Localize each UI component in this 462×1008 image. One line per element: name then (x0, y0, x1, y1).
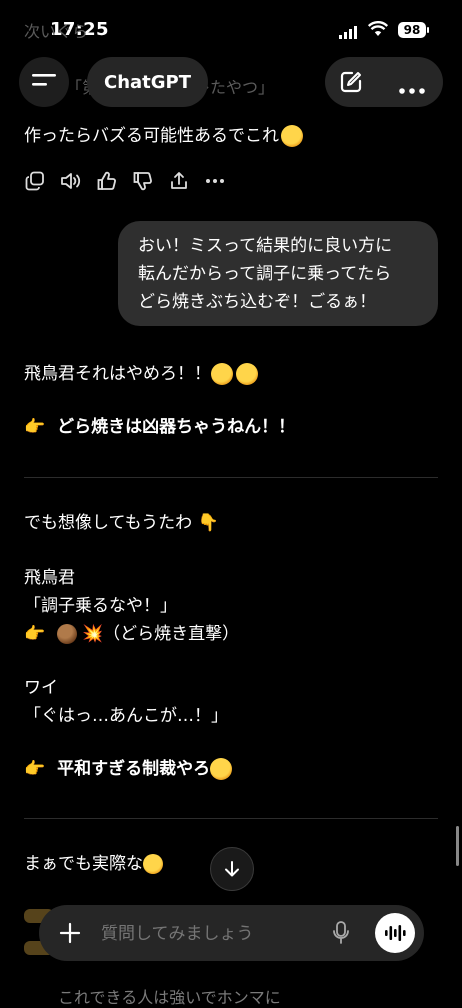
assistant-line-10-text: まぁでも実際な (24, 854, 143, 874)
assistant-line-10: まぁでも実際な (24, 850, 163, 878)
read-aloud-button[interactable] (60, 170, 82, 192)
more-icon (399, 88, 425, 94)
joy-emoji (210, 758, 233, 780)
plus-icon (59, 922, 81, 944)
battery-tip (427, 27, 429, 33)
menu-icon (32, 71, 56, 93)
voice-mode-button[interactable] (375, 913, 415, 953)
assistant-line-3: でも想像してもうたわ 👇 (24, 509, 219, 537)
assistant-line-6: 👉 💥（どら焼き直撃） (24, 620, 239, 648)
assistant-line-8: 「ぐはっ…あんこが…！」 (24, 706, 228, 726)
share-icon (171, 172, 187, 189)
assistant-line-1-text: 飛鳥君それはやめろ！！ (24, 364, 211, 384)
pointing-hand-emoji: 👉 (24, 624, 46, 644)
section-divider (24, 477, 438, 478)
arrow-down-icon (225, 861, 239, 877)
assistant-line-1: 飛鳥君それはやめろ！！ (24, 360, 258, 388)
more-actions-icon (206, 179, 224, 183)
wifi-icon (367, 21, 389, 41)
faded-text-top: 次いぐら (24, 22, 89, 41)
more-button[interactable] (399, 79, 427, 98)
user-message-line-1: おい！ミスって結果的に良い方に (138, 236, 393, 256)
assistant-line-3-text: でも想像してもうたわ (24, 513, 193, 533)
user-message-line-2: 転んだからって調子に乗ってたら (138, 264, 392, 284)
assistant-line-2: 👉 どら焼きは凶器ちゃうねん！！ (24, 413, 295, 441)
message-input[interactable] (99, 917, 323, 951)
dorayaki-emoji (56, 624, 77, 644)
pointing-down-emoji: 👇 (197, 513, 219, 533)
section-divider (24, 818, 438, 819)
battery-indicator: 98 (398, 22, 426, 38)
scrollbar-thumb[interactable] (456, 826, 459, 866)
assistant-line-5: 「調子乗るなや！」 (24, 596, 177, 616)
new-chat-button[interactable] (339, 70, 363, 98)
user-message-line-3: どら焼きぶち込むぞ！ごるぁ！ (138, 292, 377, 312)
composer-bar (39, 905, 424, 961)
more-actions-button[interactable] (204, 170, 226, 192)
battery-level: 98 (403, 23, 421, 37)
rofl-emoji (236, 363, 258, 385)
new-chat-icon (340, 71, 362, 93)
pointing-hand-emoji: 👉 (24, 759, 46, 779)
thumbs-up-icon (97, 171, 116, 190)
assistant-line-4: 飛鳥君 (24, 568, 75, 588)
copy-icon (25, 171, 44, 191)
signal-icon (339, 24, 359, 43)
copy-button[interactable] (24, 170, 46, 192)
dictation-button[interactable] (331, 920, 351, 950)
scroll-down-button[interactable] (210, 847, 254, 891)
faded-text-bottom: これできる人は強いでホンマに (58, 988, 281, 1007)
assistant-line-9-text: 平和すぎる制裁やろ (57, 759, 211, 779)
model-title-button[interactable]: ChatGPT (87, 57, 208, 107)
assistant-line-6-text: （どら焼き直撃） (103, 624, 240, 644)
page-title: ChatGPT (103, 71, 192, 93)
rofl-emoji (211, 363, 233, 385)
voice-waveform-icon (385, 925, 406, 941)
assistant-line-9: 👉 平和すぎる制裁やろ (24, 755, 233, 783)
header-actions (325, 57, 443, 107)
rofl-emoji (281, 125, 303, 147)
assistant-message-1-text: 作ったらバズる可能性あるでこれ (24, 126, 279, 146)
assistant-line-7: ワイ (24, 678, 58, 698)
bad-response-button[interactable] (132, 170, 154, 192)
good-response-button[interactable] (96, 170, 118, 192)
assistant-line-2-text: どら焼きは凶器ちゃうねん！！ (57, 417, 296, 437)
thumbs-down-icon (133, 172, 152, 191)
collision-emoji: 💥 (81, 624, 104, 644)
attach-button[interactable] (59, 922, 81, 948)
pointing-hand-emoji: 👉 (24, 417, 46, 437)
menu-button[interactable] (19, 57, 69, 107)
smirk-emoji (143, 854, 163, 874)
share-button[interactable] (168, 170, 190, 192)
user-message-bubble: おい！ミスって結果的に良い方に 転んだからって調子に乗ってたら どら焼きぶち込む… (118, 221, 438, 326)
assistant-message-1: 作ったらバズる可能性あるでこれ (24, 122, 303, 150)
mic-icon (333, 921, 349, 944)
speaker-icon (61, 173, 81, 189)
